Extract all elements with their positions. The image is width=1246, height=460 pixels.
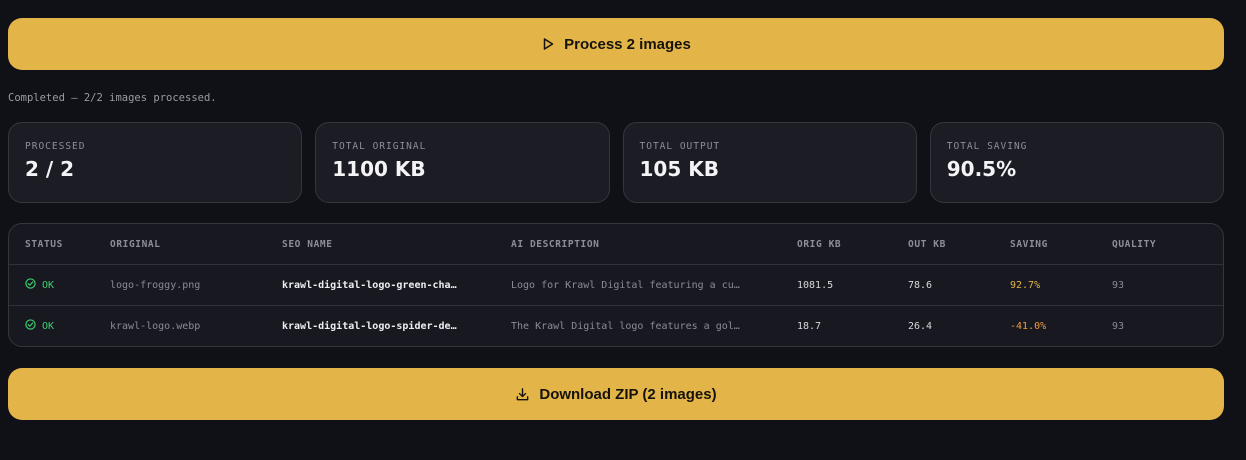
status-text: OK	[42, 320, 55, 332]
stat-label: TOTAL ORIGINAL	[332, 141, 427, 152]
stat-value: 105 KB	[639, 157, 719, 181]
status-ok: OK	[25, 319, 110, 333]
header-ai-description: AI DESCRIPTION	[511, 238, 600, 250]
header-seo-name: SEO NAME	[282, 238, 333, 250]
stat-label: TOTAL OUTPUT	[639, 141, 721, 152]
check-circle-icon	[25, 319, 36, 333]
results-table: STATUS ORIGINAL SEO NAME AI DESCRIPTION …	[8, 223, 1224, 347]
stat-value: 1100 KB	[332, 157, 426, 181]
original-filename: krawl-logo.webp	[110, 320, 201, 332]
header-quality: QUALITY	[1112, 238, 1157, 250]
original-filename: logo-froggy.png	[110, 279, 201, 291]
quality-value: 93	[1112, 320, 1125, 332]
status-cell: OK	[9, 319, 110, 333]
status-ok: OK	[25, 278, 110, 292]
stat-label: TOTAL SAVING	[946, 141, 1028, 152]
status-message: Completed — 2/2 images processed.	[8, 92, 217, 104]
image-processor-panel: Process 2 images Completed — 2/2 images …	[0, 0, 1246, 460]
quality-value: 93	[1112, 279, 1125, 291]
ai-description: Logo for Krawl Digital featuring a cu…	[511, 279, 740, 291]
stat-card-total-output: TOTAL OUTPUT 105 KB	[622, 122, 917, 203]
table-header: STATUS ORIGINAL SEO NAME AI DESCRIPTION …	[9, 224, 1223, 264]
orig-kb: 1081.5	[797, 279, 834, 291]
status-text: OK	[42, 279, 55, 291]
download-zip-button[interactable]: Download ZIP (2 images)	[8, 368, 1224, 420]
stat-card-processed: PROCESSED 2 / 2	[8, 122, 303, 203]
status-cell: OK	[9, 278, 110, 292]
process-images-button[interactable]: Process 2 images	[8, 18, 1224, 70]
seo-name: krawl-digital-logo-green-cha…	[282, 279, 457, 291]
table-row[interactable]: OK logo-froggy.png krawl-digital-logo-gr…	[9, 264, 1223, 305]
download-zip-label: Download ZIP (2 images)	[539, 385, 717, 403]
stat-card-total-original: TOTAL ORIGINAL 1100 KB	[315, 122, 610, 203]
check-circle-icon	[25, 278, 36, 292]
download-icon	[515, 387, 530, 402]
out-kb: 26.4	[908, 320, 933, 332]
stat-value: 2 / 2	[25, 157, 75, 181]
ai-description: The Krawl Digital logo features a gol…	[511, 320, 740, 332]
header-original: ORIGINAL	[110, 238, 161, 250]
table-row[interactable]: OK krawl-logo.webp krawl-digital-logo-sp…	[9, 305, 1223, 346]
stat-value: 90.5%	[946, 157, 1017, 181]
orig-kb: 18.7	[797, 320, 822, 332]
header-status: STATUS	[25, 238, 63, 250]
header-out-kb: OUT KB	[908, 238, 946, 250]
play-icon	[541, 37, 555, 51]
header-orig-kb: ORIG KB	[797, 238, 842, 250]
saving-value: 92.7%	[1010, 279, 1041, 291]
seo-name: krawl-digital-logo-spider-de…	[282, 320, 457, 332]
stat-label: PROCESSED	[25, 141, 86, 152]
header-saving: SAVING	[1010, 238, 1048, 250]
saving-value: -41.0%	[1010, 320, 1047, 332]
out-kb: 78.6	[908, 279, 933, 291]
stats-row: PROCESSED 2 / 2 TOTAL ORIGINAL 1100 KB T…	[8, 122, 1224, 203]
stat-card-total-saving: TOTAL SAVING 90.5%	[929, 122, 1224, 203]
process-images-label: Process 2 images	[564, 35, 691, 53]
